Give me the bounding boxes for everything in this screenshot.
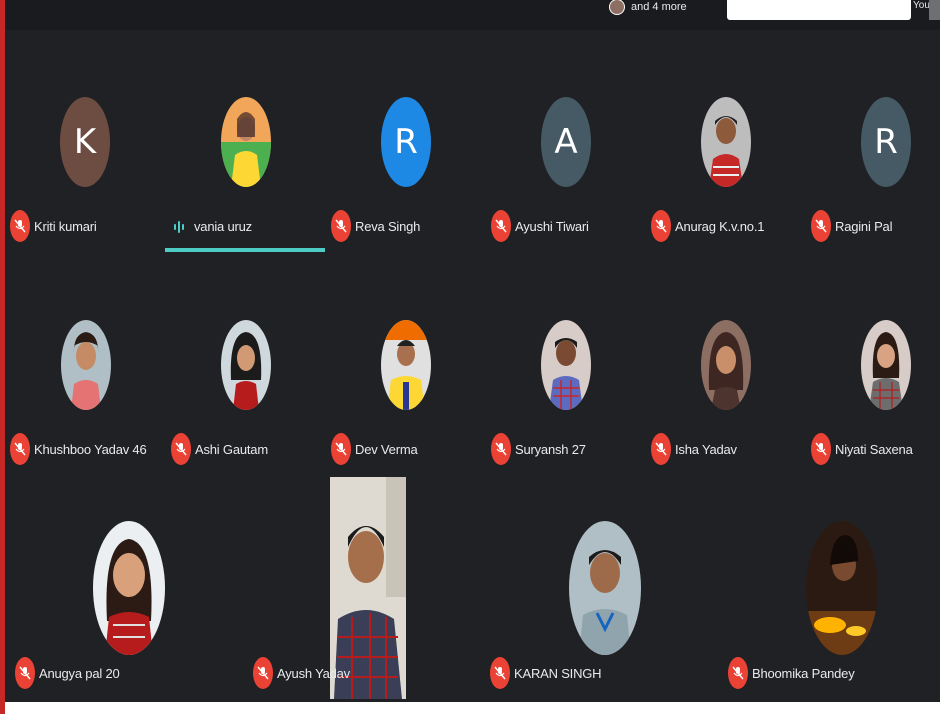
participant-name: Niyati Saxena <box>835 442 913 457</box>
participant-name: vania uruz <box>194 219 252 234</box>
participant-name: Kriti kumari <box>34 219 97 234</box>
participant-avatar[interactable]: K <box>60 97 110 187</box>
self-view-thumbnail[interactable] <box>929 0 940 20</box>
participant-avatar[interactable] <box>861 320 911 410</box>
participant-avatar[interactable] <box>93 521 165 655</box>
mic-off-icon <box>253 657 273 689</box>
mic-off-icon <box>491 433 511 465</box>
avatar-initial: R <box>394 122 418 162</box>
search-panel[interactable] <box>727 0 911 20</box>
window-edge <box>0 0 5 714</box>
participant-name: Ashi Gautam <box>195 442 268 457</box>
participant-name: Ayushi Tiwari <box>515 219 589 234</box>
profile-photo <box>569 521 641 655</box>
mic-off-icon <box>331 433 351 465</box>
participant-avatar[interactable] <box>541 320 591 410</box>
participant-avatar[interactable] <box>806 521 878 655</box>
participant-name: Khushboo Yadav 46 <box>34 442 147 457</box>
participant-name: Ayush Yadav <box>277 666 350 681</box>
participant-avatar[interactable] <box>61 320 111 410</box>
participant-avatar[interactable] <box>701 320 751 410</box>
profile-photo <box>221 320 271 410</box>
mic-off-icon <box>490 657 510 689</box>
top-bar: and 4 more You <box>5 0 940 30</box>
avatar-initial: K <box>73 122 97 162</box>
profile-photo <box>806 521 878 655</box>
audio-level-icon <box>174 220 184 234</box>
profile-photo <box>861 320 911 410</box>
mic-off-icon <box>811 433 831 465</box>
participant-name: Anurag K.v.no.1 <box>675 219 765 234</box>
profile-photo <box>381 320 431 410</box>
mic-off-icon <box>651 433 671 465</box>
participant-name: Reva Singh <box>355 219 421 234</box>
self-label: You <box>913 0 930 11</box>
participant-avatar[interactable]: R <box>381 97 431 187</box>
more-participants-label: and 4 more <box>631 1 687 13</box>
mic-off-icon <box>728 657 748 689</box>
mic-off-icon <box>331 210 351 242</box>
avatar-initial: A <box>554 122 578 162</box>
mic-off-icon <box>491 210 511 242</box>
profile-photo <box>701 320 751 410</box>
mic-off-icon <box>10 210 30 242</box>
participant-avatar-small <box>609 0 625 15</box>
mic-off-icon <box>651 210 671 242</box>
more-participants[interactable]: and 4 more <box>609 0 687 15</box>
participant-avatar[interactable] <box>569 521 641 655</box>
profile-photo <box>93 521 165 655</box>
participant-name: Ragini Pal <box>835 219 893 234</box>
mic-off-icon <box>811 210 831 242</box>
participant-avatar[interactable] <box>221 320 271 410</box>
avatar-initial: R <box>874 122 898 162</box>
participant-name: Bhoomika Pandey <box>752 666 855 681</box>
participant-avatar[interactable]: A <box>541 97 591 187</box>
active-speaker-indicator <box>165 248 325 252</box>
participant-name: Dev Verma <box>355 442 418 457</box>
participant-name: KARAN SINGH <box>514 666 602 681</box>
participant-name: Suryansh 27 <box>515 442 586 457</box>
participant-avatar[interactable] <box>221 97 271 187</box>
profile-photo <box>541 320 591 410</box>
participant-avatar[interactable]: R <box>861 97 911 187</box>
mic-off-icon <box>10 433 30 465</box>
profile-photo <box>221 97 271 187</box>
participant-avatar[interactable] <box>381 320 431 410</box>
mic-off-icon <box>15 657 35 689</box>
mic-off-icon <box>171 433 191 465</box>
participant-name: Isha Yadav <box>675 442 737 457</box>
participant-avatar[interactable] <box>701 97 751 187</box>
profile-photo <box>61 320 111 410</box>
participant-name: Anugya pal 20 <box>39 666 120 681</box>
profile-photo <box>701 97 751 187</box>
